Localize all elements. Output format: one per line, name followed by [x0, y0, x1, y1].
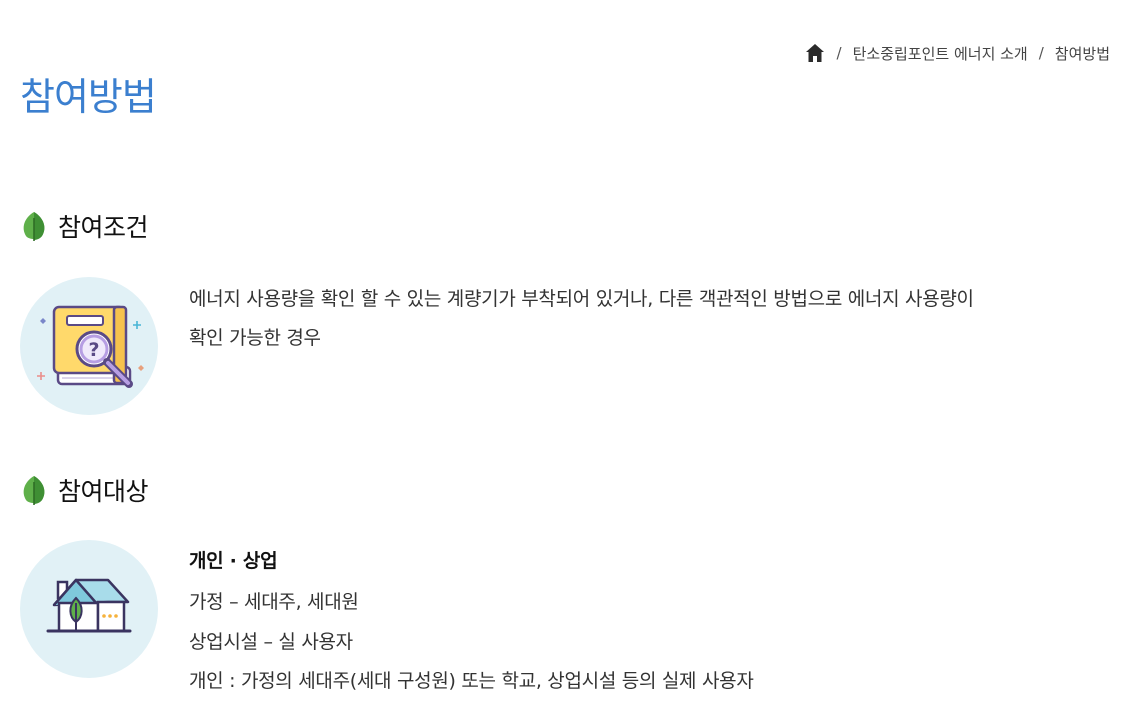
house-leaf-icon	[20, 540, 158, 678]
book-magnifier-icon: ?	[20, 277, 158, 415]
section-title: 참여대상	[58, 477, 149, 506]
breadcrumb-item-current[interactable]: 참여방법	[1055, 43, 1110, 64]
condition-text-line: 에너지 사용량을 확인 할 수 있는 계량기가 부착되어 있거나, 다른 객관적…	[189, 288, 974, 310]
breadcrumb: / 탄소중립포인트 에너지 소개 / 참여방법	[804, 42, 1110, 64]
target-text-line: 상업시설 – 실 사용자	[189, 631, 353, 653]
target-text-line: 개인 : 가정의 세대주(세대 구성원) 또는 학교, 상업시설 등의 실제 사…	[189, 670, 754, 692]
breadcrumb-separator: /	[836, 44, 842, 62]
breadcrumb-separator: /	[1038, 44, 1044, 62]
target-text-line: 가정 – 세대주, 세대원	[189, 591, 359, 613]
svg-text:?: ?	[88, 339, 99, 361]
section-heading-targets: 참여대상	[20, 472, 149, 508]
breadcrumb-item-energy-intro[interactable]: 탄소중립포인트 에너지 소개	[853, 43, 1028, 64]
home-icon[interactable]	[804, 42, 826, 64]
leaf-icon	[20, 210, 48, 242]
section-heading-conditions: 참여조건	[20, 208, 149, 244]
section-title: 참여조건	[58, 213, 149, 242]
page-title: 참여방법	[20, 75, 157, 119]
target-group-heading: 개인 · 상업	[189, 550, 278, 572]
condition-text-line: 확인 가능한 경우	[189, 327, 321, 349]
leaf-icon	[20, 474, 48, 506]
